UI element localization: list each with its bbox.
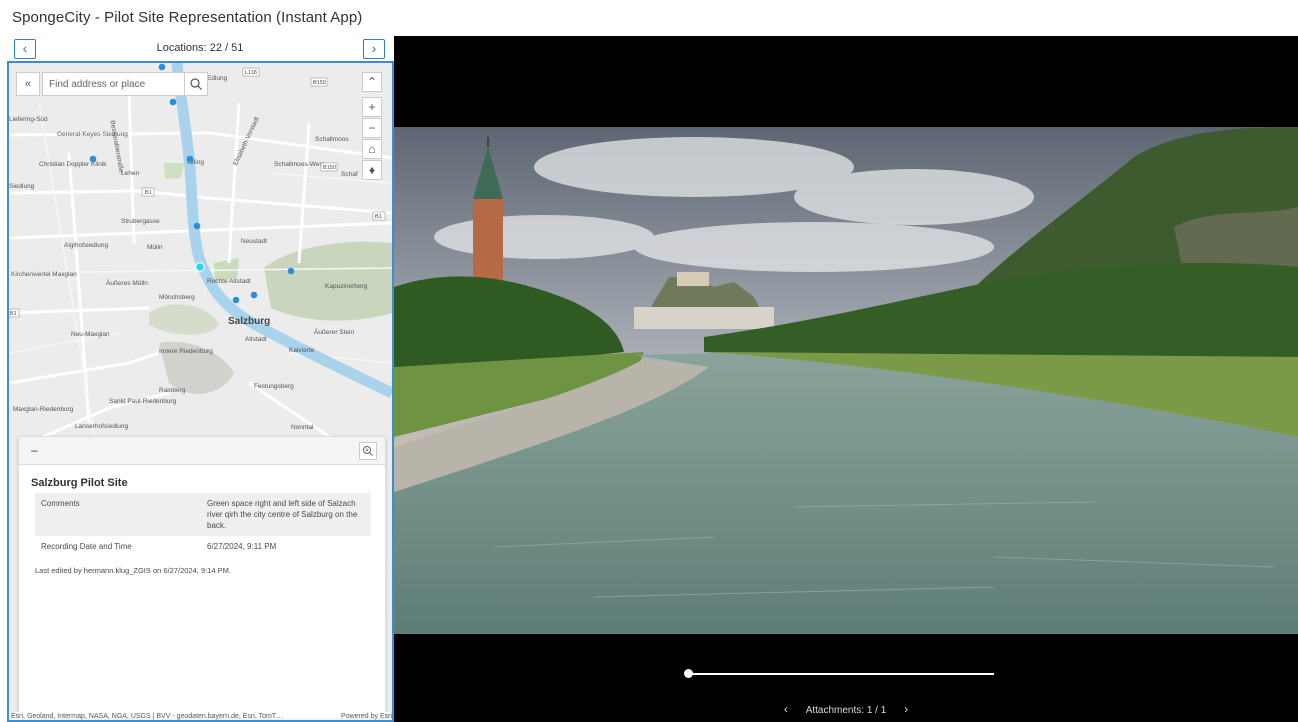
map-label: Neustadt [241,238,267,245]
route-shield: B150 [313,80,326,86]
route-shield: B1 [145,190,152,196]
attachment-count: Attachments: 1 / 1 [805,705,887,716]
table-row: Recording Date and Time 6/27/2024, 9:11 … [35,536,371,557]
attribute-key: Comments [35,493,201,536]
route-shield: L118 [245,70,257,76]
popup-collapse[interactable]: – [31,443,38,457]
attachment-photo [394,127,1298,634]
map-label: Aiglhofsiedlung [64,242,108,249]
map-label: Mönchsberg [159,294,195,301]
site-point[interactable] [250,291,258,299]
map-label: Rechte Altstadt [207,278,251,285]
attribute-value: Green space right and left side of Salza… [201,493,371,536]
site-point[interactable] [193,222,201,230]
popup-zoom-button[interactable] [359,442,377,460]
attribute-table: Comments Green space right and left side… [35,493,371,557]
site-point[interactable] [186,155,194,163]
compass-button[interactable]: ♦ [362,160,382,180]
media-slider[interactable] [684,669,994,678]
map-label-salzburg: Salzburg [228,316,270,327]
map-label: Siedlung [9,183,35,190]
media-viewer: ‹ Attachments: 1 / 1 › [394,36,1298,722]
map-label: Kapuzinerberg [325,283,368,290]
route-shield: B1 [375,214,382,220]
map-label: Mülln [147,244,163,251]
map-label: Schallmoos-West [274,161,325,168]
map-label: Schaf [341,171,358,178]
media-slider-thumb[interactable] [684,669,693,678]
site-point[interactable] [287,267,295,275]
site-point[interactable] [89,155,97,163]
map-label: Kirchenviertel Maxglan [11,271,77,278]
route-shield: B150 [323,165,336,171]
search-input[interactable] [42,72,186,96]
site-point[interactable] [158,63,166,71]
next-attachment-button[interactable]: › [897,702,915,716]
previous-attachment-button[interactable]: ‹ [777,702,795,716]
app-title: SpongeCity - Pilot Site Representation (… [12,9,363,26]
left-panel: ‹ Locations: 22 / 51 › Liefering-Süd Gen… [6,36,394,722]
next-location-button[interactable]: › [363,39,385,59]
map-label: Strubergasse [121,218,160,225]
attachment-navigator: ‹ Attachments: 1 / 1 › [394,702,1298,716]
map-label: Festungsberg [254,383,294,390]
map-view[interactable]: Liefering-Süd General-Keyes-Siedlung Chr… [7,61,394,722]
map-label: Schallmoos [315,136,349,143]
zoom-to-icon [363,446,373,456]
selected-site-point[interactable] [195,262,205,272]
attribute-key: Recording Date and Time [41,542,132,551]
map-label: Innere Riedenburg [159,348,213,355]
map-label: Kaivierte [289,347,315,354]
map-label: Rainberg [159,387,186,394]
search-icon [190,78,202,90]
last-edited-info: Last edited by hermann.klug_ZGIS on 6/27… [35,566,231,575]
attribute-value: 6/27/2024, 9:11 PM [207,542,277,551]
popup-header: – [19,437,385,465]
map-tools: ⌃ + − ⌂ ♦ [362,72,382,181]
map-label: Äußerer Stein [314,328,354,336]
map-label: Nonntal [291,424,314,431]
zoom-out-button[interactable]: − [362,118,382,138]
search-widget: « [16,72,208,96]
map-label: Edlung [207,75,228,82]
map-label: Altstadt [245,336,267,343]
map-label: Lanserhofsiedlung [75,423,129,430]
map-label: Christian Doppler Klinik [39,161,107,168]
powered-by-link[interactable]: Powered by Esri [341,712,392,720]
map-label: Äußeres Mülln [106,279,148,287]
expand-tools-button[interactable]: ⌃ [362,72,382,92]
app-header: SpongeCity - Pilot Site Representation (… [0,0,1298,36]
route-shield: B1 [10,311,17,317]
map-attribution: Esri, Geoland, Intermap, NASA, NGA, USGS… [9,712,392,720]
home-button[interactable]: ⌂ [362,139,382,159]
map-label: Liefering-Süd [9,116,48,123]
map-label: Maxglan-Riedenburg [13,406,74,413]
attribution-text: Esri, Geoland, Intermap, NASA, NGA, USGS… [11,713,284,720]
location-navigator: ‹ Locations: 22 / 51 › [6,36,394,60]
collapse-search-button[interactable]: « [16,72,40,96]
search-button[interactable] [184,72,208,96]
popup-title: Salzburg Pilot Site [31,477,128,489]
table-row: Comments Green space right and left side… [35,493,371,536]
map-label: Sankt Paul-Riedenburg [109,398,177,405]
map-label: Neu-Maxglan [71,331,110,338]
zoom-in-button[interactable]: + [362,97,382,117]
location-count: Locations: 22 / 51 [156,42,244,54]
feature-popup: – Salzburg Pilot Site Comments Green spa… [18,436,386,719]
site-point[interactable] [169,98,177,106]
site-point[interactable] [232,296,240,304]
park-area-north [164,163,184,179]
